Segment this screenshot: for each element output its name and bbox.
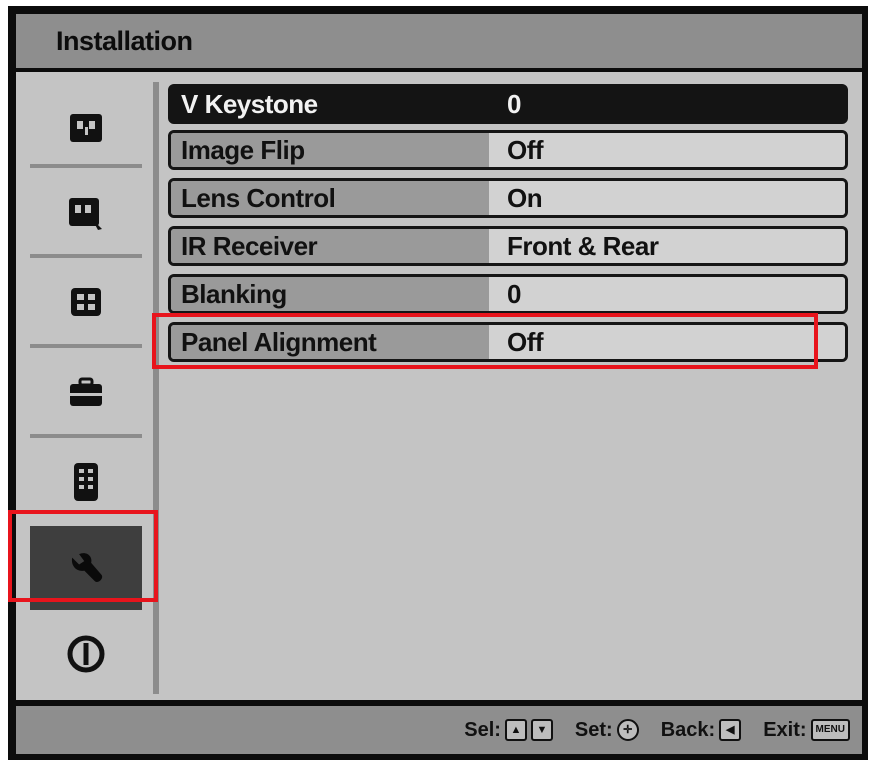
row-value: On <box>489 181 845 215</box>
sidebar-divider <box>30 344 142 348</box>
sidebar-item-grid[interactable] <box>30 260 142 344</box>
menu-key: MENU <box>810 719 850 741</box>
row-label: Image Flip <box>171 133 489 167</box>
sidebar-divider <box>30 434 142 438</box>
highlight-box-installation-tab <box>8 510 158 602</box>
row-value: 0 <box>489 277 845 311</box>
back-hint-label: Back: <box>660 718 716 741</box>
sidebar-divider <box>30 164 142 168</box>
exit-hint-label: Exit: <box>763 718 807 741</box>
row-value: Front & Rear <box>489 229 845 263</box>
menu-title: Installation <box>16 14 862 68</box>
menu-row-image-flip[interactable]: Image Flip Off <box>168 130 848 170</box>
sidebar-item-picture[interactable] <box>30 86 142 170</box>
select-hint: Sel: ▲ ▼ <box>464 719 553 742</box>
sidebar-item-picture-adjust[interactable] <box>30 172 142 256</box>
osd-frame: Installation V Keystone 0 Image Flip Off… <box>8 6 868 760</box>
category-sidebar <box>16 72 150 700</box>
select-hint-label: Sel: <box>464 718 501 741</box>
down-arrow-icon: ▼ <box>530 719 553 741</box>
footer-hints: Sel: ▲ ▼ Set: ✛ Back: ◀ Exit: MENU <box>16 706 862 754</box>
back-hint: Back: ◀ <box>660 718 742 742</box>
sidebar-item-setup[interactable] <box>30 350 142 434</box>
picture-icon <box>67 109 105 147</box>
row-value: 0 <box>489 87 845 121</box>
row-label: IR Receiver <box>171 229 489 263</box>
up-arrow-icon: ▲ <box>504 719 527 741</box>
set-hint-label: Set: <box>574 718 613 741</box>
menu-row-ir-receiver[interactable]: IR Receiver Front & Rear <box>168 226 848 266</box>
highlight-box-panel-alignment <box>152 313 818 369</box>
briefcase-icon <box>67 373 105 411</box>
set-hint: Set: ✛ <box>575 719 639 742</box>
remote-icon <box>67 463 105 501</box>
sidebar-divider <box>30 254 142 258</box>
row-label: V Keystone <box>171 87 489 121</box>
enter-icon: ✛ <box>616 719 639 741</box>
row-value: Off <box>489 133 845 167</box>
row-label: Blanking <box>171 277 489 311</box>
menu-row-lens-control[interactable]: Lens Control On <box>168 178 848 218</box>
row-label: Lens Control <box>171 181 489 215</box>
menu-row-blanking[interactable]: Blanking 0 <box>168 274 848 314</box>
grid-icon <box>67 283 105 321</box>
exit-hint: Exit: MENU <box>763 719 850 742</box>
picture-adjust-icon <box>67 195 105 233</box>
menu-panel: V Keystone 0 Image Flip Off Lens Control… <box>16 72 862 700</box>
sidebar-divider-line <box>153 82 159 694</box>
info-icon <box>67 635 105 673</box>
left-arrow-icon: ◀ <box>719 719 742 741</box>
sidebar-item-info[interactable] <box>30 612 142 696</box>
menu-row-v-keystone[interactable]: V Keystone 0 <box>168 84 848 124</box>
